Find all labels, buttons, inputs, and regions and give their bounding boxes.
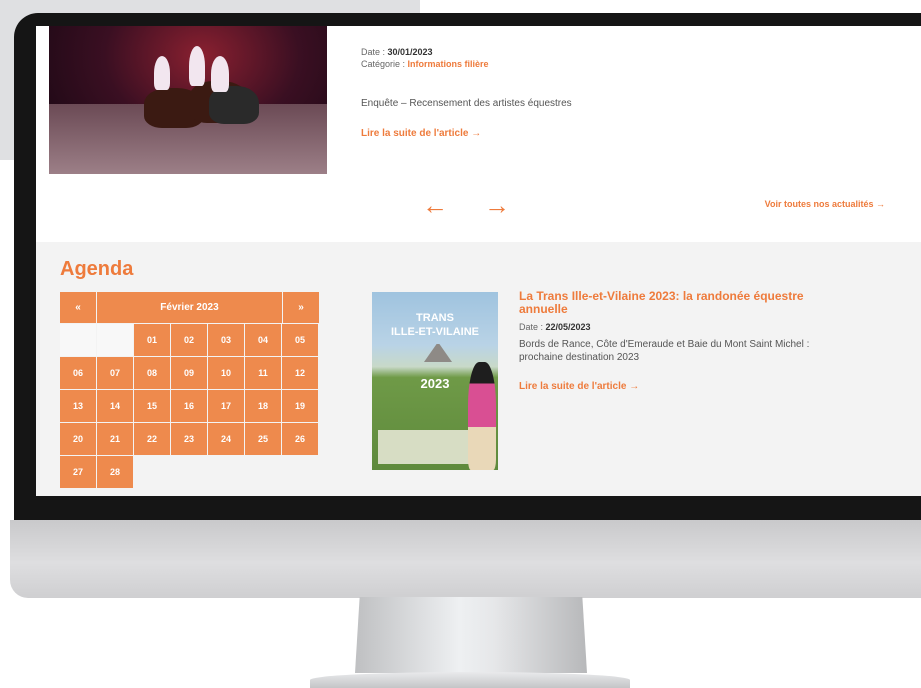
article-date: Date : 30/01/2023 xyxy=(361,46,489,58)
calendar-day[interactable]: 17 xyxy=(208,390,244,422)
calendar-day[interactable]: 01 xyxy=(134,324,170,356)
calendar-day[interactable]: 18 xyxy=(245,390,281,422)
calendar-day[interactable]: 13 xyxy=(60,390,96,422)
agenda-section: Agenda « Février 2023 » 01 02 03 04 05 06 07 08… xyxy=(36,242,921,496)
calendar-day[interactable]: 03 xyxy=(208,324,244,356)
calendar-day[interactable]: 11 xyxy=(245,357,281,389)
calendar-day[interactable]: 09 xyxy=(171,357,207,389)
calendar-day[interactable]: 06 xyxy=(60,357,96,389)
calendar-day[interactable]: 23 xyxy=(171,423,207,455)
monitor-stand-base xyxy=(310,672,630,688)
event-poster[interactable]: TRANS ILLE-ET-VILAINE 2023 xyxy=(372,292,498,470)
next-arrow-icon[interactable]: → xyxy=(484,192,510,218)
prev-arrow-icon[interactable]: ← xyxy=(422,192,448,218)
article-read-more-link[interactable]: Lire la suite de l'article → xyxy=(361,128,481,139)
calendar-grid: 01 02 03 04 05 06 07 08 09 10 11 12 13 14 15 16 17 18 19 20… xyxy=(60,324,319,488)
calendar-day[interactable]: 04 xyxy=(245,324,281,356)
calendar-header: « Février 2023 » xyxy=(60,292,319,323)
calendar: « Février 2023 » 01 02 03 04 05 06 07 08 09 10 11 1… xyxy=(60,292,319,488)
rider-shape xyxy=(189,46,205,86)
calendar-empty-cell xyxy=(60,324,96,356)
see-all-news-link[interactable]: Voir toutes nos actualités → xyxy=(765,199,885,209)
article-category-label: Catégorie : xyxy=(361,59,408,69)
poster-line2: ILLE-ET-VILAINE xyxy=(391,326,479,338)
calendar-day[interactable]: 07 xyxy=(97,357,133,389)
event-date-label: Date : xyxy=(519,322,546,332)
calendar-day[interactable]: 15 xyxy=(134,390,170,422)
rider-shape xyxy=(211,56,229,92)
calendar-day[interactable]: 10 xyxy=(208,357,244,389)
calendar-month: Février 2023 xyxy=(97,292,282,323)
event-date-value: 22/05/2023 xyxy=(545,322,591,332)
event-read-more-link[interactable]: Lire la suite de l'article → xyxy=(519,381,639,392)
event-title-link[interactable]: La Trans Ille-et-Vilaine 2023: la randon… xyxy=(519,290,829,316)
calendar-day[interactable]: 28 xyxy=(97,456,133,488)
calendar-day[interactable]: 26 xyxy=(282,423,318,455)
monitor-stand xyxy=(355,597,587,673)
calendar-day[interactable]: 20 xyxy=(60,423,96,455)
event-date: Date : 22/05/2023 xyxy=(519,322,591,332)
article-category-link[interactable]: Informations filière xyxy=(408,59,489,69)
poster-line1: TRANS xyxy=(416,312,454,324)
calendar-next-button[interactable]: » xyxy=(283,292,319,323)
calendar-prev-button[interactable]: « xyxy=(60,292,96,323)
calendar-day[interactable]: 19 xyxy=(282,390,318,422)
calendar-day[interactable]: 25 xyxy=(245,423,281,455)
calendar-day[interactable]: 05 xyxy=(282,324,318,356)
calendar-day[interactable]: 27 xyxy=(60,456,96,488)
agenda-title: Agenda xyxy=(60,258,134,280)
article-date-label: Date : xyxy=(361,47,388,57)
poster-rider-shape xyxy=(468,362,496,470)
screen: Date : 30/01/2023 Catégorie : Informatio… xyxy=(36,26,921,496)
article-category: Catégorie : Informations filière xyxy=(361,58,489,70)
mont-saint-michel-shape xyxy=(424,344,452,362)
article-description: Enquête – Recensement des artistes éques… xyxy=(361,98,572,109)
article-meta: Date : 30/01/2023 Catégorie : Informatio… xyxy=(361,46,489,70)
calendar-day[interactable]: 24 xyxy=(208,423,244,455)
calendar-day[interactable]: 12 xyxy=(282,357,318,389)
calendar-empty-cell xyxy=(97,324,133,356)
article-date-value: 30/01/2023 xyxy=(387,47,433,57)
rider-shape xyxy=(154,56,170,90)
calendar-day[interactable]: 02 xyxy=(171,324,207,356)
calendar-day[interactable]: 08 xyxy=(134,357,170,389)
calendar-day[interactable]: 22 xyxy=(134,423,170,455)
calendar-day[interactable]: 21 xyxy=(97,423,133,455)
article-photo[interactable] xyxy=(49,26,327,174)
event-description: Bords de Rance, Côte d'Emeraude et Baie … xyxy=(519,339,810,363)
calendar-day[interactable]: 14 xyxy=(97,390,133,422)
monitor-chin xyxy=(10,520,921,598)
calendar-day[interactable]: 16 xyxy=(171,390,207,422)
